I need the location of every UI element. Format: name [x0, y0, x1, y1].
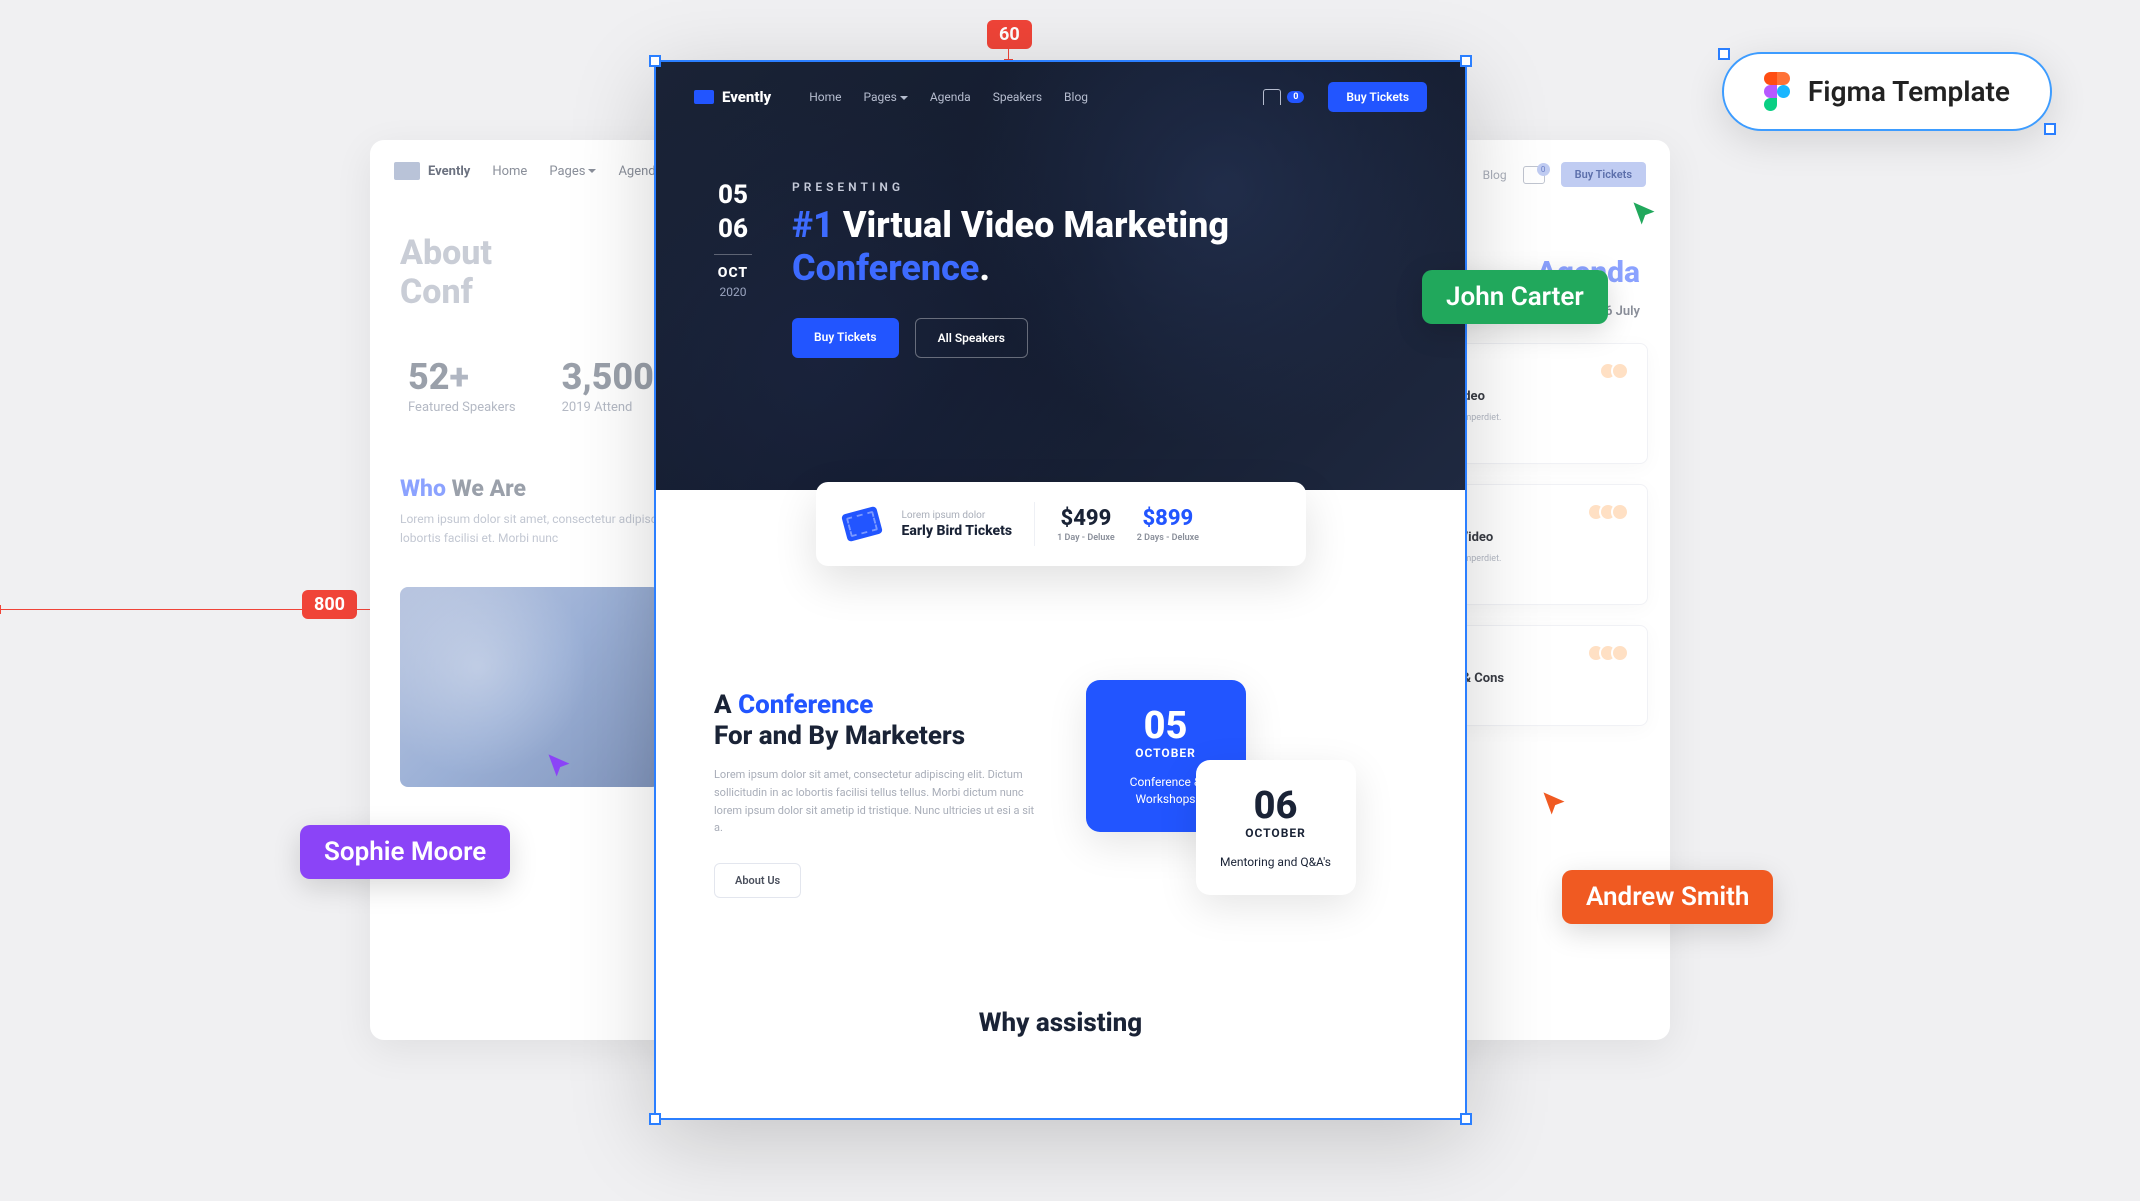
- hero-title: #1 Virtual Video Marketing Conference.: [792, 204, 1407, 290]
- decorative-circle: [1276, 678, 1366, 768]
- stat-attend: 3,500 2019 Attend: [562, 356, 654, 415]
- nav-pages[interactable]: Pages: [864, 90, 908, 104]
- logo-text: Evently: [428, 164, 470, 179]
- divider: [714, 254, 752, 255]
- selected-frame[interactable]: Evently Home Pages Agenda Speakers Blog …: [654, 60, 1467, 1120]
- nav-speakers[interactable]: Speakers: [993, 90, 1042, 104]
- ruler-badge-top: 60: [987, 20, 1032, 49]
- ruler-badge-left: 800: [302, 590, 357, 619]
- why-heading: Why assisting: [654, 948, 1467, 1058]
- day-card-2[interactable]: 06 OCTOBER Mentoring and Q&A's: [1196, 760, 1356, 895]
- ticket-info: Lorem ipsum dolor Early Bird Tickets: [902, 510, 1013, 539]
- buy-tickets-button[interactable]: Buy Tickets: [1328, 82, 1427, 112]
- resize-handle[interactable]: [1718, 48, 1730, 60]
- cursor-purple: [545, 752, 573, 780]
- buy-tickets-button[interactable]: Buy Tickets: [1561, 162, 1646, 187]
- podcast-photo: [400, 587, 660, 787]
- figma-template-badge[interactable]: Figma Template: [1722, 52, 2052, 131]
- ticket-card[interactable]: Lorem ipsum dolor Early Bird Tickets $49…: [816, 482, 1306, 566]
- nav-blog[interactable]: Blog: [1483, 168, 1507, 182]
- logo-icon: [394, 162, 420, 180]
- collaborator-sophie: Sophie Moore: [300, 825, 510, 879]
- cart-icon: [1263, 89, 1281, 105]
- hero-text: PRESENTING #1 Virtual Video Marketing Co…: [792, 180, 1407, 358]
- cart-icon[interactable]: [1523, 166, 1545, 184]
- stat-speakers: 52+ Featured Speakers: [408, 356, 516, 415]
- hero-speakers-button[interactable]: All Speakers: [915, 318, 1028, 358]
- avatar: [1611, 644, 1629, 662]
- cursor-green: [1630, 200, 1658, 228]
- hero-section: Evently Home Pages Agenda Speakers Blog …: [654, 60, 1467, 490]
- divider: [1034, 502, 1035, 546]
- hero-logo[interactable]: Evently: [694, 88, 771, 106]
- figma-badge-label: Figma Template: [1808, 75, 2010, 108]
- collaborator-andrew: Andrew Smith: [1562, 870, 1773, 924]
- nav-agenda[interactable]: Agenda: [930, 90, 971, 104]
- cart[interactable]: 0: [1263, 89, 1304, 105]
- hero-date-block: 05 06 OCT 2020: [714, 180, 752, 358]
- nav-pages[interactable]: Pages: [549, 164, 596, 179]
- design-canvas[interactable]: 60 800 Evently Home Pages Agenda About C…: [0, 0, 2140, 1201]
- conf-heading: A ConferenceFor and By Marketers: [714, 690, 1046, 752]
- avatar: [1611, 503, 1629, 521]
- nav-blog[interactable]: Blog: [1064, 90, 1088, 104]
- logo-icon: [694, 90, 714, 104]
- hero-buy-button[interactable]: Buy Tickets: [792, 318, 899, 358]
- figma-logo-icon: [1764, 72, 1790, 111]
- price-2day[interactable]: $899 2 Days - Deluxe: [1137, 506, 1199, 543]
- chevron-down-icon: [588, 169, 596, 173]
- nav-home[interactable]: Home: [809, 90, 841, 104]
- chevron-down-icon: [900, 96, 908, 100]
- avatar: [1611, 362, 1629, 380]
- presenting-label: PRESENTING: [792, 180, 1407, 194]
- cursor-orange: [1540, 790, 1568, 818]
- cart-badge: 0: [1287, 91, 1304, 103]
- conf-desc: Lorem ipsum dolor sit amet, consectetur …: [714, 766, 1046, 836]
- hero-nav: Evently Home Pages Agenda Speakers Blog …: [654, 60, 1467, 134]
- resize-handle[interactable]: [2044, 123, 2056, 135]
- ticket-icon: [840, 506, 882, 542]
- nav-home[interactable]: Home: [492, 164, 527, 179]
- about-us-button[interactable]: About Us: [714, 863, 801, 898]
- bg-left-logo[interactable]: Evently: [394, 162, 470, 180]
- price-1day[interactable]: $499 1 Day - Deluxe: [1057, 506, 1115, 543]
